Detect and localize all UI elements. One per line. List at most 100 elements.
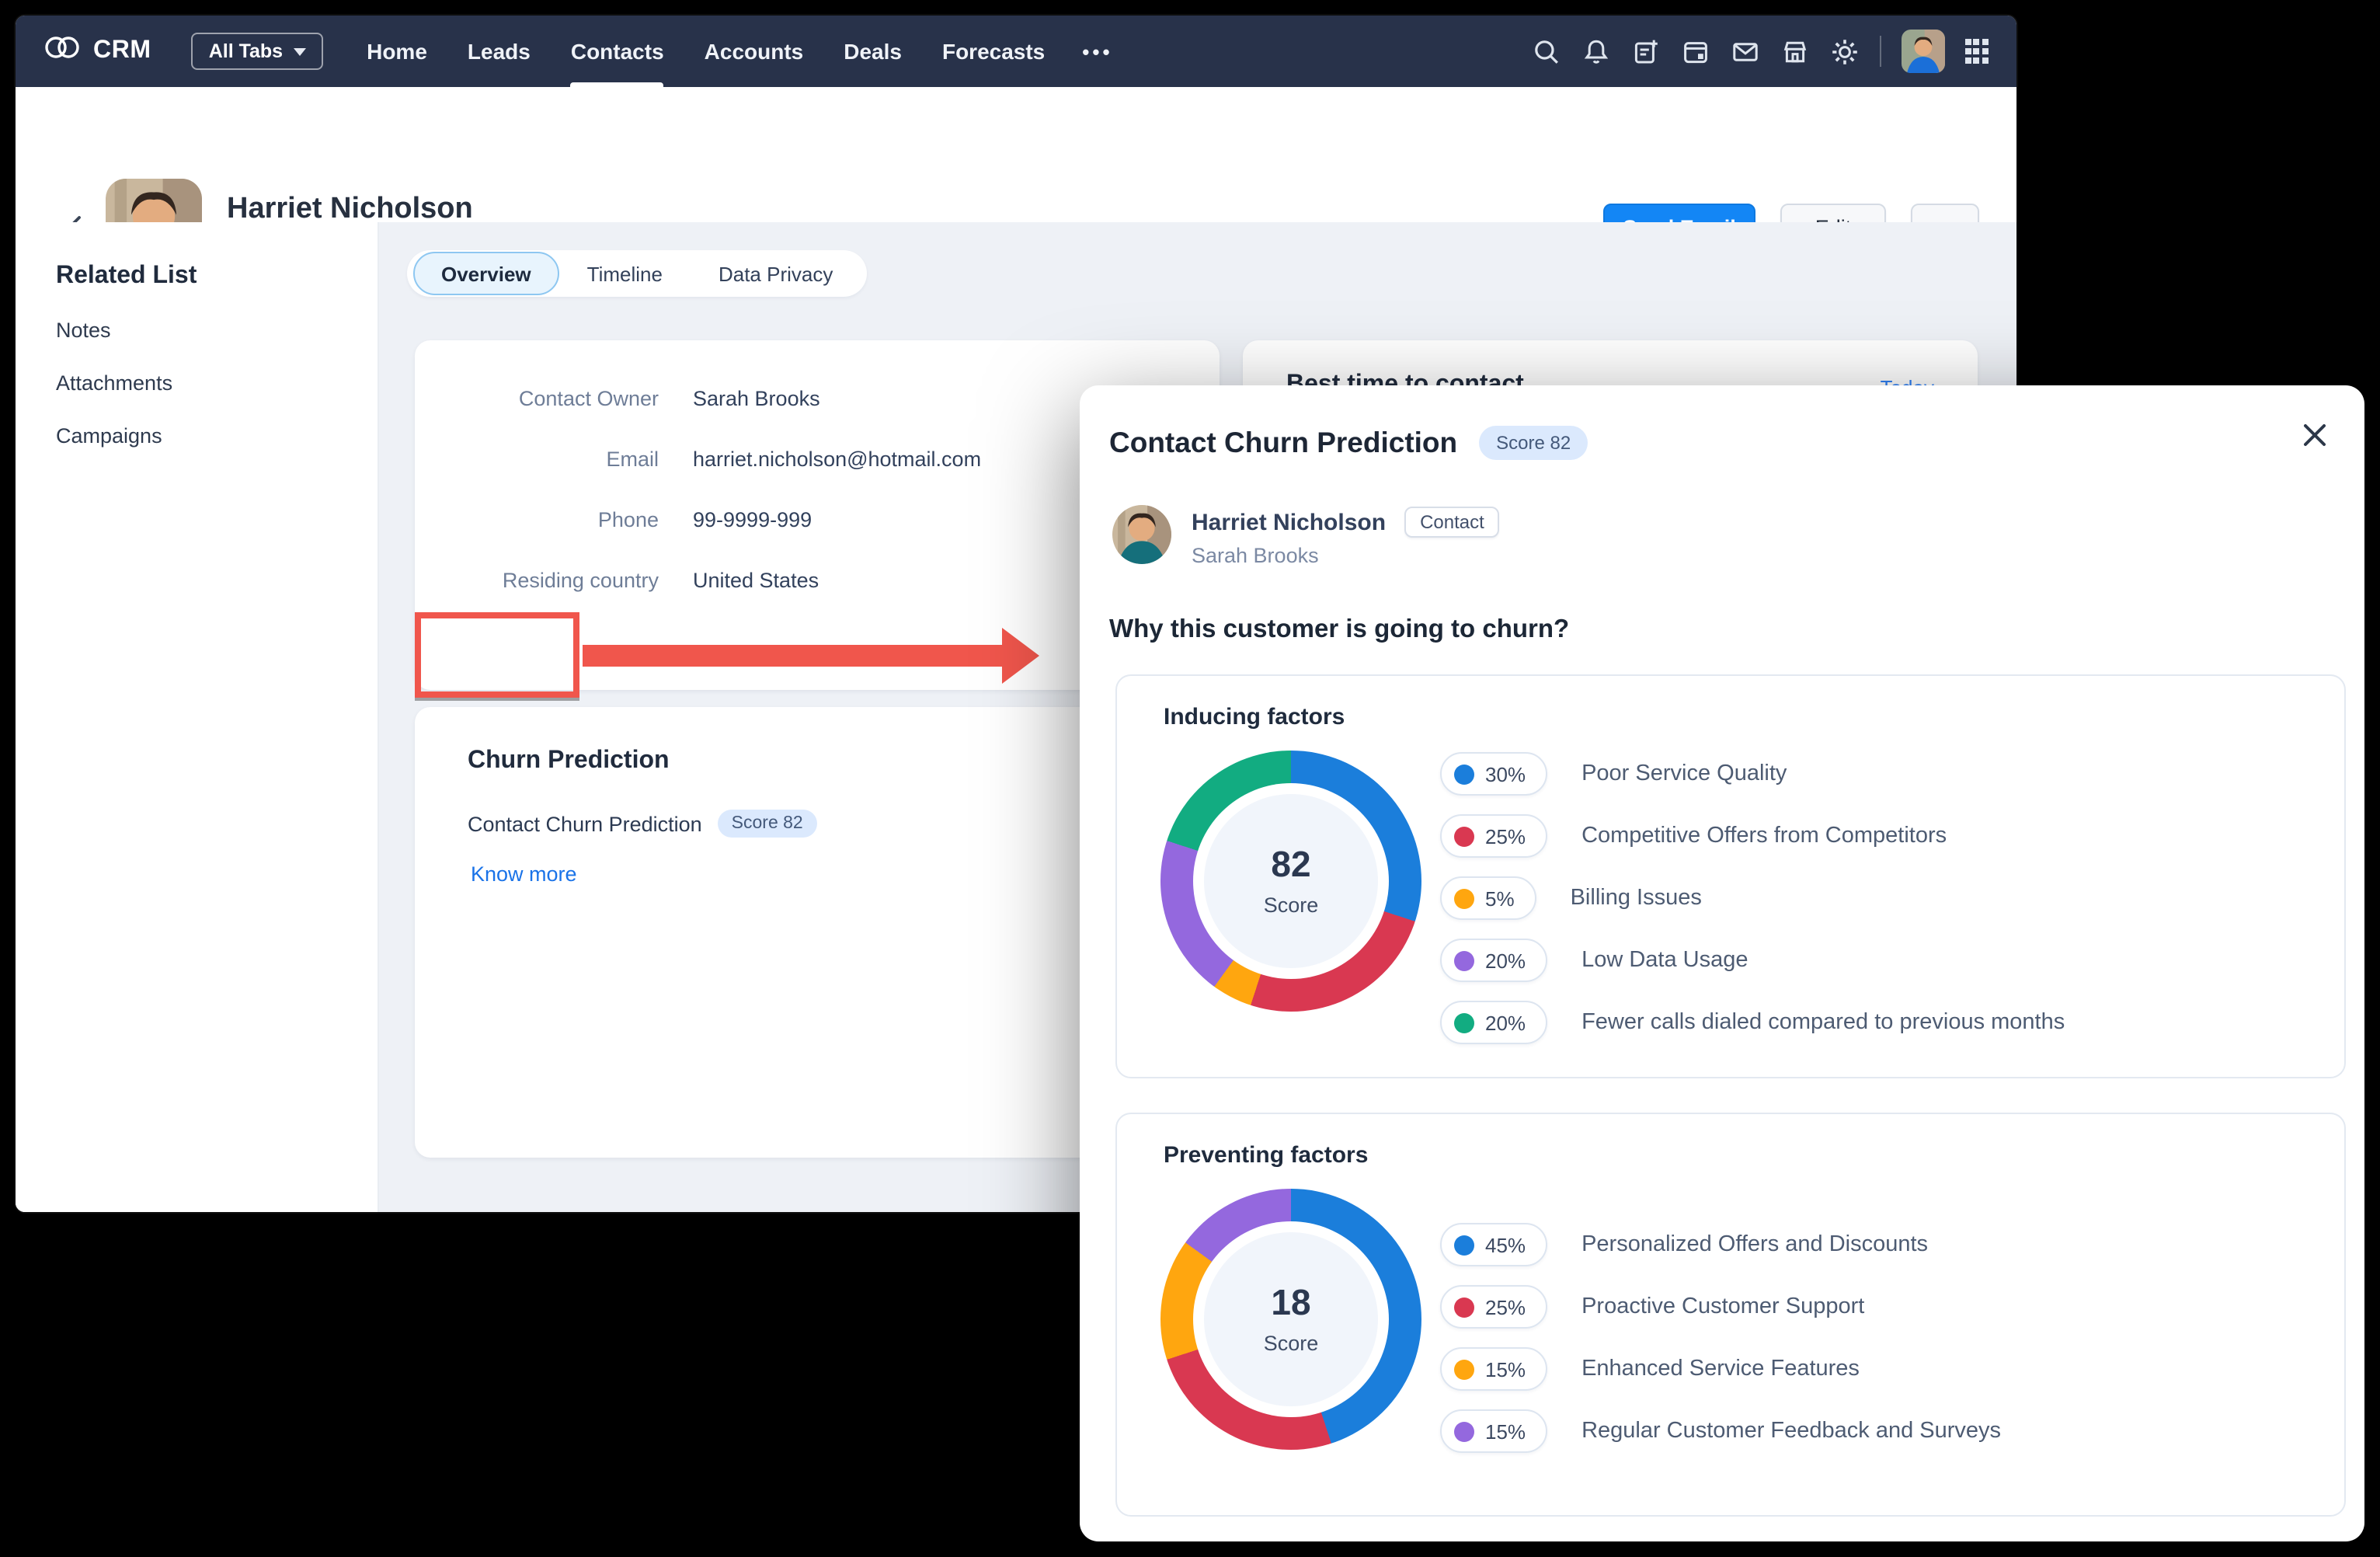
modal-header: Contact Churn Prediction Score 82 [1109,426,1588,460]
marketplace-store-icon[interactable] [1780,37,1810,66]
legend-label: Competitive Offers from Competitors [1581,824,1947,848]
factor-legend: 30%Poor Service Quality 25% Competitive Of… [1440,752,2316,1063]
nav-more-ellipsis[interactable]: ••• [1082,40,1112,63]
notifications-bell-icon[interactable] [1581,37,1611,66]
nav-item-accounts[interactable]: Accounts [705,16,804,87]
detail-label: Residing country [415,569,659,592]
legend-label: Regular Customer Feedback and Surveys [1581,1419,2001,1444]
tab-data-privacy[interactable]: Data Privacy [691,253,861,294]
all-tabs-label: All Tabs [209,40,283,62]
nav-item-forecasts[interactable]: Forecasts [942,16,1045,87]
tab-overview[interactable]: Overview [413,252,559,295]
legend-percent-badge: 20% [1440,939,1547,982]
crm-logo[interactable]: CRM [43,33,151,70]
donut-score-value: 18 [1271,1284,1310,1320]
legend-percent-badge: 25% [1440,814,1547,858]
sidebar-item-notes[interactable]: Notes [56,319,172,342]
close-icon[interactable] [2299,420,2330,451]
record-tabs: OverviewTimelineData Privacy [407,250,867,297]
churn-card-title: Churn Prediction [468,747,670,775]
modal-owner-name: Sarah Brooks [1192,544,1319,567]
related-list-title: Related List [56,263,197,291]
compose-note-icon[interactable] [1631,37,1661,66]
calendar-icon[interactable] [1681,37,1710,66]
legend-item: 5% Billing Issues [1440,876,2316,920]
detail-label: Phone [415,508,659,531]
preventing-factors-card: Preventing factors 18 Score 45% Personali… [1115,1113,2346,1517]
legend-color-dot [1454,888,1474,908]
legend-percent-badge: 20% [1440,1001,1547,1044]
legend-item: 20% Low Data Usage [1440,939,2316,982]
modal-contact-line: Harriet Nicholson Contact [1192,507,1500,538]
app-grid-icon[interactable] [1965,40,1989,63]
legend-color-dot [1454,1012,1474,1033]
all-tabs-dropdown[interactable]: All Tabs [192,33,323,70]
donut-chart: 82 Score [1160,751,1421,1012]
modal-contact-name: Harriet Nicholson [1192,509,1386,535]
legend-percent-value: 5% [1485,886,1515,910]
legend-percent-badge: 25% [1440,1285,1547,1329]
legend-item: 45% Personalized Offers and Discounts [1440,1223,2316,1266]
know-more-link[interactable]: Know more [471,862,577,886]
legend-percent-value: 20% [1485,1011,1526,1034]
nav-item-home[interactable]: Home [367,16,427,87]
factor-legend: 45% Personalized Offers and Discounts 25% P… [1440,1223,2316,1472]
detail-value: 99-9999-999 [693,508,812,531]
sidebar-item-attachments[interactable]: Attachments [56,371,172,395]
nav-item-leads[interactable]: Leads [468,16,531,87]
record-header: Harriet Nicholson Add tags Send Email Ed… [16,87,2016,224]
nav-divider [1880,36,1881,67]
detail-value: United States [693,569,819,592]
settings-gear-icon[interactable] [1830,37,1860,66]
contact-type-badge: Contact [1404,507,1500,538]
search-icon[interactable] [1532,37,1561,66]
legend-percent-badge: 15% [1440,1409,1547,1453]
user-avatar[interactable] [1902,30,1945,73]
sidebar-item-campaigns[interactable]: Campaigns [56,424,172,448]
legend-color-dot [1454,1297,1474,1317]
legend-label: Low Data Usage [1581,948,1748,973]
related-list-panel: Related List Notes Attachments Campaigns [16,222,379,1212]
donut-score-label: Score [1264,893,1319,916]
mail-icon[interactable] [1731,37,1760,66]
zoho-logo-icon [43,33,81,70]
modal-question-heading: Why this customer is going to churn? [1109,615,1569,645]
factor-card-title: Inducing factors [1164,704,1345,730]
legend-color-dot [1454,1235,1474,1255]
top-navigation-bar: CRM All Tabs Home Leads Contacts Accounts De… [16,16,2016,87]
churn-card-row: Contact Churn Prediction Score 82 [468,810,817,838]
legend-item: 25% Proactive Customer Support [1440,1285,2316,1329]
legend-percent-value: 25% [1485,824,1526,848]
legend-percent-value: 15% [1485,1357,1526,1381]
legend-item: 15% Regular Customer Feedback and Surveys [1440,1409,2316,1453]
factor-card-title: Preventing factors [1164,1142,1368,1169]
nav-item-deals[interactable]: Deals [844,16,902,87]
legend-label: Billing Issues [1571,886,1702,911]
legend-percent-badge: 30% [1440,752,1547,796]
legend-percent-value: 20% [1485,949,1526,972]
legend-percent-badge: 5% [1440,876,1536,920]
detail-value: Sarah Brooks [693,387,820,410]
legend-percent-badge: 15% [1440,1347,1547,1391]
legend-item: 25% Competitive Offers from Competitors [1440,814,2316,858]
annotation-highlight-box [415,612,579,698]
tab-timeline[interactable]: Timeline [559,253,691,294]
legend-label: Proactive Customer Support [1581,1294,1864,1319]
detail-label: Email [415,448,659,471]
modal-title: Contact Churn Prediction [1109,426,1457,460]
legend-label: Personalized Offers and Discounts [1581,1232,1928,1257]
detail-value: harriet.nicholson@hotmail.com [693,448,981,471]
related-list-items: Notes Attachments Campaigns [56,319,172,448]
legend-percent-value: 25% [1485,1295,1526,1318]
legend-percent-badge: 45% [1440,1223,1547,1266]
churn-prediction-modal: Contact Churn Prediction Score 82 Harrie… [1080,385,2364,1541]
legend-color-dot [1454,1359,1474,1379]
donut-chart: 18 Score [1160,1189,1421,1450]
legend-item: 30%Poor Service Quality [1440,752,2316,796]
modal-contact-photo [1112,505,1171,564]
brand-name: CRM [93,37,151,65]
legend-label: Enhanced Service Features [1581,1357,1860,1381]
nav-item-contacts[interactable]: Contacts [571,16,664,87]
score-badge: Score 82 [718,810,817,838]
legend-label: Fewer calls dialed compared to previous … [1581,1010,2065,1035]
